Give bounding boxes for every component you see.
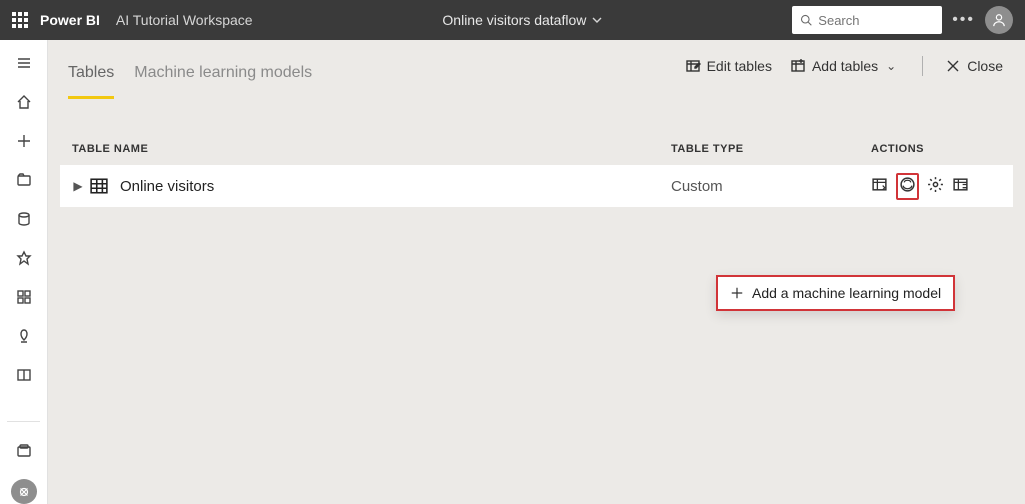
row-type: Custom: [671, 178, 871, 195]
waffle-icon[interactable]: [12, 12, 28, 28]
search-input[interactable]: [818, 13, 934, 28]
ml-callout-label: Add a machine learning model: [752, 285, 941, 301]
plus-icon[interactable]: [13, 130, 35, 151]
apps-icon[interactable]: [13, 286, 35, 307]
close-label: Close: [967, 58, 1003, 74]
edit-tables-label: Edit tables: [707, 58, 772, 74]
row-actions: [871, 173, 1001, 200]
hamburger-icon[interactable]: [13, 52, 35, 73]
more-options-button[interactable]: •••: [952, 11, 975, 29]
workspaces-icon[interactable]: [13, 440, 35, 461]
main-content: Tables Machine learning models Edit tabl…: [48, 40, 1025, 504]
action-delete-icon[interactable]: [952, 176, 969, 197]
col-header-name: Table Name: [72, 143, 671, 155]
table-row: ▶ Online visitors Custom: [60, 165, 1013, 207]
action-settings-icon[interactable]: [927, 176, 944, 197]
edit-tables-button[interactable]: Edit tables: [683, 54, 774, 78]
search-icon: [800, 13, 812, 27]
dataflow-switcher[interactable]: Online visitors dataflow: [442, 12, 602, 28]
search-box[interactable]: [792, 6, 942, 34]
data-hub-icon[interactable]: [13, 208, 35, 229]
avatar[interactable]: [985, 6, 1013, 34]
home-icon[interactable]: [13, 91, 35, 112]
table-icon: [90, 177, 108, 195]
person-icon: [992, 13, 1006, 27]
close-button[interactable]: Close: [943, 54, 1005, 78]
row-name[interactable]: Online visitors: [120, 178, 671, 195]
tab-ml-models[interactable]: Machine learning models: [134, 64, 312, 99]
workspace-name[interactable]: AI Tutorial Workspace: [116, 12, 253, 28]
metrics-icon[interactable]: [13, 247, 35, 268]
app-header: Power BI AI Tutorial Workspace Online vi…: [0, 0, 1025, 40]
browse-icon[interactable]: [13, 169, 35, 190]
add-tables-label: Add tables: [812, 58, 878, 74]
ml-callout[interactable]: Add a machine learning model: [716, 275, 955, 311]
chevron-down-icon: [592, 15, 602, 25]
col-header-actions: Actions: [871, 143, 1001, 155]
action-refresh-icon[interactable]: [871, 176, 888, 197]
workspace-avatar-icon[interactable]: [11, 479, 37, 504]
add-tables-button[interactable]: Add tables: [788, 54, 880, 78]
tab-tables[interactable]: Tables: [68, 64, 114, 99]
dataflow-name: Online visitors dataflow: [442, 12, 586, 28]
learn-icon[interactable]: [13, 364, 35, 385]
action-ml-icon[interactable]: [896, 173, 919, 200]
deployment-icon[interactable]: [13, 325, 35, 346]
add-tables-dropdown[interactable]: ⌄: [880, 59, 902, 73]
divider: [922, 56, 923, 76]
plus-icon: [730, 286, 744, 300]
app-title: Power BI: [40, 12, 100, 28]
column-headers: Table Name Table Type Actions: [48, 99, 1025, 165]
left-nav: [0, 40, 48, 504]
col-header-type: Table Type: [671, 143, 871, 155]
tab-bar: Tables Machine learning models: [68, 64, 312, 99]
expand-row-icon[interactable]: ▶: [72, 179, 84, 193]
